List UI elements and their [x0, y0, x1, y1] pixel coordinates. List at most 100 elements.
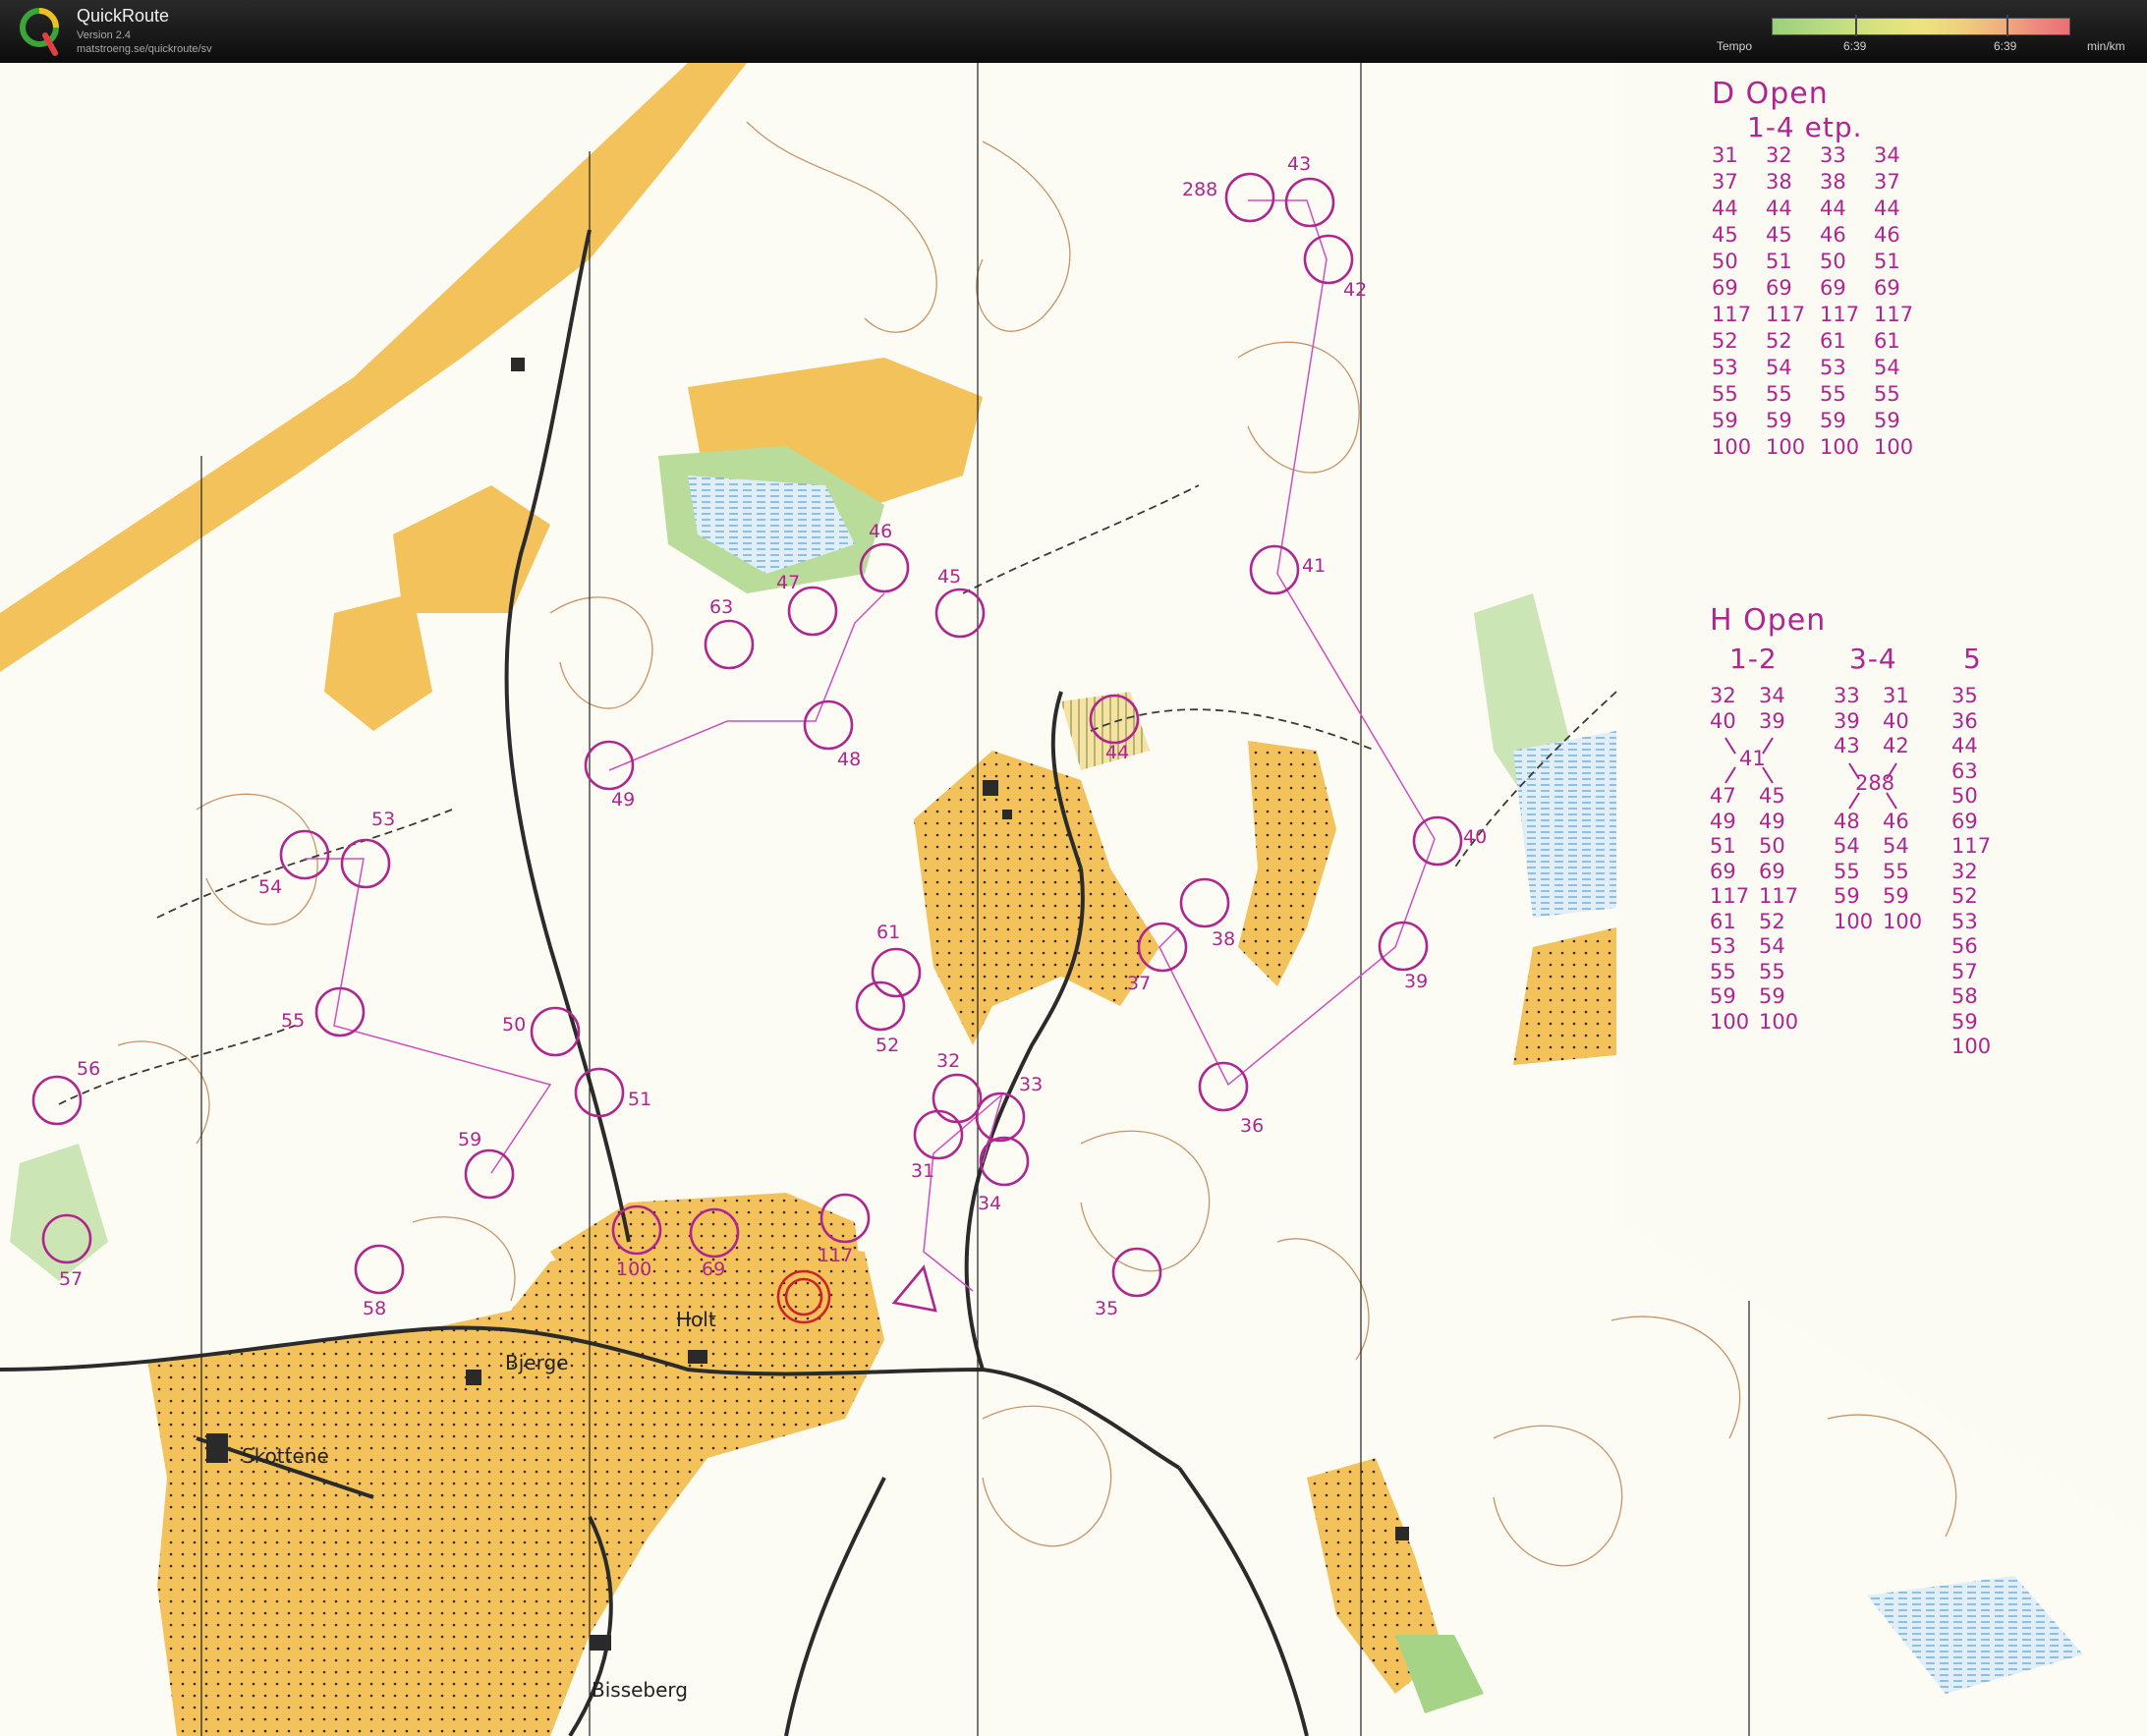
- control-label: 55: [281, 1010, 305, 1032]
- legend-d-cell: 100: [1820, 435, 1860, 459]
- legend-d-cell: 44: [1820, 196, 1846, 220]
- legend-d-cell: 59: [1712, 409, 1738, 432]
- place-name-holt: Holt: [676, 1308, 716, 1331]
- legend-d-cell: 52: [1766, 329, 1792, 353]
- legend-h-cell: 49: [1759, 809, 1785, 833]
- legend-d-row: 37 38 38 37: [1712, 170, 1928, 196]
- legend-h-cell: 117: [1951, 834, 1992, 858]
- legend-h-cell: 100: [1834, 909, 1874, 933]
- legend-h-cell: 58: [1951, 984, 1978, 1008]
- legend-h-cell: 50: [1759, 834, 1785, 858]
- control-label: 52: [876, 1035, 899, 1056]
- legend-h-col1-head: 1-2: [1729, 643, 1778, 675]
- legend-h-col3-head: 5: [1963, 643, 1982, 675]
- legend-d-cell: 69: [1712, 276, 1738, 300]
- legend-d-subtitle: 1-4 etp.: [1747, 111, 1863, 143]
- tempo-marker-right: [2006, 15, 2008, 36]
- legend-h-open: H Open 1-2 3-4 5 32 34 40 39 41 47 45 49 49 51 50 6…: [1710, 603, 2034, 1153]
- legend-d-cell: 55: [1820, 382, 1846, 406]
- legend-h-cell: 63: [1951, 758, 1978, 783]
- legend-d-cell: 100: [1766, 435, 1806, 459]
- legend-d-row: 50 51 50 51: [1712, 250, 1928, 276]
- control-label: 59: [458, 1129, 481, 1150]
- legend-h-cell: 44: [1951, 734, 1978, 757]
- legend-h-cell: 31: [1883, 684, 1909, 707]
- legend-h-cell: 45: [1759, 784, 1785, 808]
- legend-d-cell: 50: [1820, 250, 1846, 273]
- legend-d-row: 100 100 100 100: [1712, 435, 1928, 462]
- place-name-skottene: Skottene: [242, 1444, 329, 1468]
- legend-h-cell: 39: [1834, 708, 1860, 733]
- legend-h-cell: 59: [1883, 884, 1909, 908]
- legend-h-cell: 33: [1834, 684, 1860, 707]
- legend-d-cell: 55: [1874, 382, 1900, 406]
- legend-h-cell: 40: [1710, 708, 1736, 733]
- legend-h-cell: 57: [1951, 959, 1978, 983]
- legend-d-cell: 51: [1874, 250, 1900, 273]
- legend-d-cell: 33: [1820, 143, 1846, 167]
- legend-d-cell: 32: [1766, 143, 1792, 167]
- control-label: 43: [1287, 153, 1311, 175]
- legend-d-open: D Open 1-4 etp. 31 32 33 34 37 38 38 37 44 44 44 44…: [1712, 77, 1928, 462]
- legend-d-cell: 46: [1820, 223, 1846, 247]
- legend-d-cell: 53: [1820, 356, 1846, 379]
- control-label: 49: [611, 789, 635, 811]
- legend-h-cell: 59: [1834, 884, 1860, 908]
- legend-h-cell: 35: [1951, 684, 1978, 707]
- legend-h-cell: 56: [1951, 934, 1978, 958]
- legend-d-cell: 117: [1820, 303, 1860, 326]
- control-label: 100: [616, 1259, 651, 1280]
- legend-d-cell: 44: [1712, 196, 1738, 220]
- legend-h-cell: 55: [1883, 859, 1909, 883]
- legend-h-col2-head: 3-4: [1849, 643, 1897, 675]
- legend-d-table: 31 32 33 34 37 38 38 37 44 44 44 44 45 45 46 46 50 51 50 51…: [1712, 143, 1928, 462]
- legend-h-cell: 42: [1883, 734, 1909, 757]
- control-label: 51: [628, 1089, 651, 1110]
- legend-h-cell: 36: [1951, 708, 1978, 733]
- legend-h-cell: 40: [1883, 708, 1909, 733]
- control-label: 45: [937, 566, 961, 588]
- legend-h-cell: 32: [1951, 859, 1978, 883]
- legend-h-cell: 59: [1759, 984, 1785, 1008]
- legend-d-row: 52 52 61 61: [1712, 329, 1928, 356]
- legend-h-cell: 54: [1834, 834, 1860, 858]
- legend-d-cell: 117: [1712, 303, 1752, 326]
- legend-h-cell: 117: [1710, 884, 1750, 908]
- control-label: 58: [363, 1298, 386, 1319]
- legend-h-cell: 34: [1759, 684, 1785, 707]
- control-label: 63: [709, 596, 733, 618]
- legend-d-cell: 59: [1820, 409, 1846, 432]
- legend-h-cell: 53: [1710, 934, 1736, 958]
- legend-d-row: 44 44 44 44: [1712, 196, 1928, 223]
- tempo-color-scale: [1772, 18, 2070, 35]
- legend-h-cell: 51: [1710, 834, 1736, 858]
- legend-d-cell: 37: [1874, 170, 1900, 194]
- legend-h-cell: 100: [1759, 1009, 1799, 1034]
- legend-d-cell: 52: [1712, 329, 1738, 353]
- place-name-bjerge: Bjerge: [505, 1351, 568, 1374]
- legend-h-cell: 49: [1710, 809, 1736, 833]
- legend-d-cell: 55: [1766, 382, 1792, 406]
- legend-h-cell: 117: [1759, 884, 1799, 908]
- legend-d-cell: 37: [1712, 170, 1738, 194]
- control-label: 39: [1404, 971, 1428, 992]
- legend-h-cell: 47: [1710, 784, 1736, 808]
- control-label: 61: [876, 922, 900, 943]
- legend-d-cell: 53: [1712, 356, 1738, 379]
- app-url: matstroeng.se/quickroute/sv: [77, 43, 212, 55]
- place-name-bisseberg: Bisseberg: [592, 1678, 688, 1702]
- quickroute-window: QuickRoute Version 2.4 matstroeng.se/qui…: [0, 0, 2147, 1736]
- legend-d-row: 69 69 69 69: [1712, 276, 1928, 303]
- control-label: 288: [1182, 179, 1217, 200]
- orienteering-map[interactable]: 288 43 42 41 46 47 45 63 48 44 49 53 54 …: [0, 63, 2147, 1736]
- legend-d-cell: 55: [1712, 382, 1738, 406]
- legend-h-cell: 100: [1883, 909, 1923, 933]
- control-label: 40: [1463, 826, 1487, 848]
- legend-h-cell: 100: [1951, 1035, 1992, 1058]
- control-label: 31: [911, 1160, 934, 1182]
- legend-d-row: 55 55 55 55: [1712, 382, 1928, 409]
- legend-d-cell: 61: [1820, 329, 1846, 353]
- legend-h-cell: 52: [1951, 884, 1978, 908]
- legend-d-cell: 45: [1766, 223, 1792, 247]
- control-label: 32: [936, 1050, 960, 1072]
